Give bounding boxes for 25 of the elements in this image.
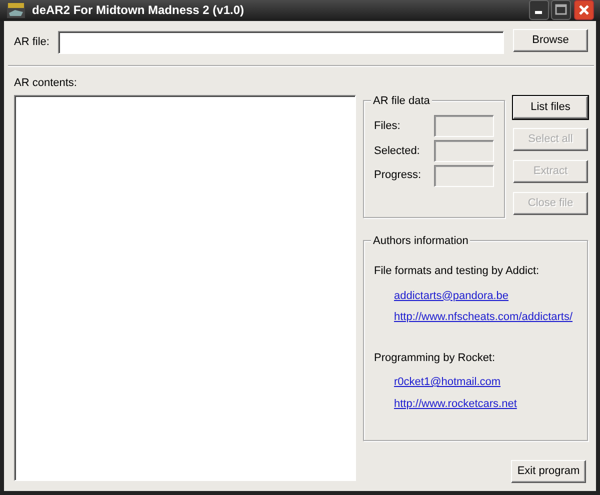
- ar-file-label: AR file:: [14, 35, 50, 50]
- readout-field: [434, 115, 494, 137]
- author-link[interactable]: addictarts@pandora.be: [394, 290, 509, 302]
- field-label: Files:: [374, 118, 400, 134]
- ar-file-field[interactable]: [58, 31, 504, 54]
- app-icon: [6, 0, 26, 20]
- author-link[interactable]: http://www.nfscheats.com/addictarts/: [394, 311, 573, 323]
- field-label: Selected:: [374, 144, 420, 158]
- exit-button[interactable]: Exit program: [511, 460, 586, 483]
- window-title: deAR2 For Midtown Madness 2 (v1.0): [32, 2, 244, 20]
- author-link[interactable]: r0cket1@hotmail.com: [394, 376, 501, 388]
- field-label: Progress:: [374, 168, 422, 184]
- browse-button[interactable]: Browse: [513, 29, 588, 52]
- readout-field: [434, 140, 494, 162]
- credit-text: File formats and testing by Addict:: [374, 264, 540, 279]
- close-button[interactable]: [574, 0, 594, 20]
- author-link[interactable]: http://www.rocketcars.net: [394, 398, 517, 410]
- credit-text: Programming by Rocket:: [374, 350, 496, 366]
- minimize-button[interactable]: [528, 0, 548, 20]
- maximize-button[interactable]: [551, 0, 572, 20]
- ar-contents-label: AR contents:: [14, 76, 77, 88]
- action-button[interactable]: List files: [513, 96, 588, 119]
- maximize-icon: [555, 4, 568, 16]
- close-icon: [578, 4, 590, 16]
- readout-field: [434, 164, 494, 186]
